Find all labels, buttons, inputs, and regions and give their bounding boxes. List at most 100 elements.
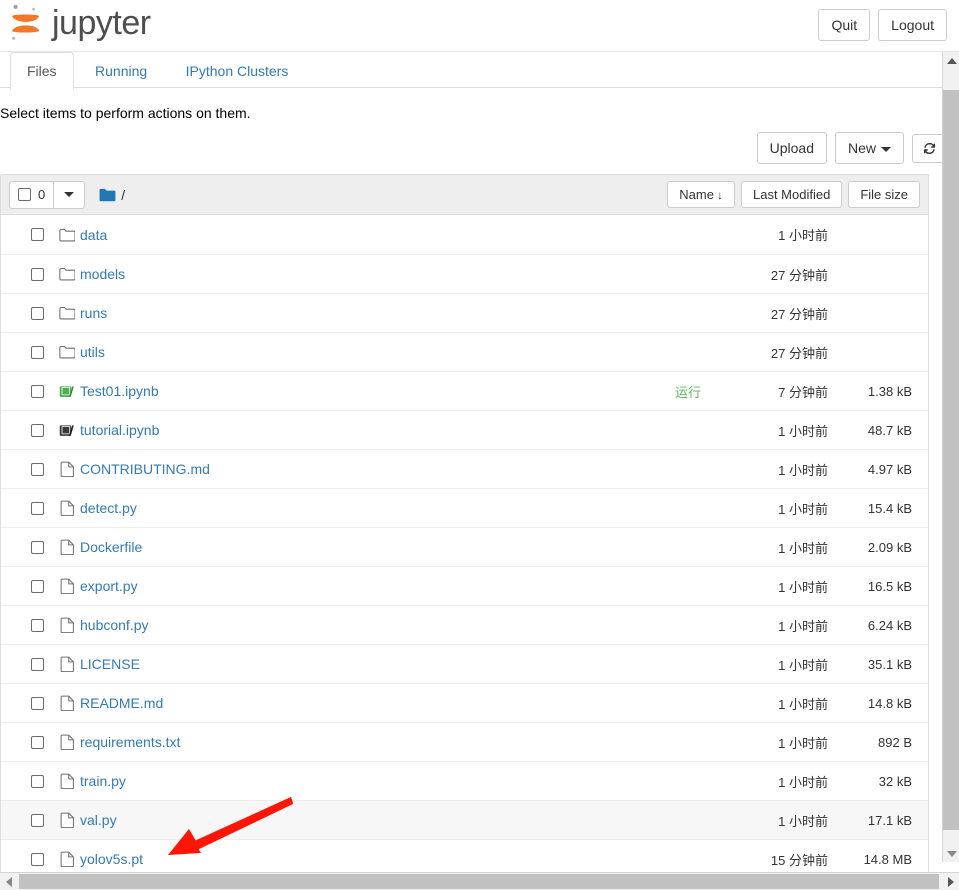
row-modified: 7 分钟前	[708, 382, 828, 401]
quit-button[interactable]: Quit	[818, 9, 870, 41]
notebook-icon-slot	[54, 423, 80, 438]
row-checkbox[interactable]	[31, 463, 44, 476]
jupyter-logo[interactable]: jupyter	[8, 2, 151, 44]
row-meta: 1 小时前35.1 kB	[708, 655, 920, 674]
table-row[interactable]: LICENSE 1 小时前35.1 kB	[1, 644, 928, 683]
row-checkbox[interactable]	[31, 268, 44, 281]
table-row[interactable]: README.md 1 小时前14.8 kB	[1, 683, 928, 722]
arrow-down-icon: ↓	[717, 188, 723, 202]
item-link[interactable]: LICENSE	[80, 656, 140, 672]
table-row[interactable]: data1 小时前	[1, 215, 928, 254]
refresh-icon	[922, 141, 937, 156]
file-icon	[60, 578, 75, 594]
row-checkbox[interactable]	[31, 307, 44, 320]
item-link[interactable]: val.py	[80, 812, 117, 828]
row-checkbox[interactable]	[31, 619, 44, 632]
table-row[interactable]: val.py 1 小时前17.1 kB	[1, 800, 928, 839]
file-list: 0 / Name↓ Last Modified	[0, 174, 929, 879]
item-link[interactable]: models	[80, 266, 125, 282]
item-link[interactable]: tutorial.ipynb	[80, 422, 159, 438]
table-row[interactable]: tutorial.ipynb 1 小时前48.7 kB	[1, 410, 928, 449]
row-checkbox[interactable]	[31, 658, 44, 671]
row-size: 15.4 kB	[828, 501, 920, 516]
triangle-left-icon	[6, 877, 12, 887]
scroll-down-button[interactable]	[943, 845, 959, 862]
table-row[interactable]: Dockerfile1 小时前2.09 kB	[1, 527, 928, 566]
row-meta: 27 分钟前	[708, 304, 920, 323]
folder-icon-slot	[54, 345, 80, 359]
row-checkbox[interactable]	[31, 853, 44, 866]
selected-count: 0	[38, 188, 45, 201]
item-link[interactable]: detect.py	[80, 500, 137, 516]
item-link[interactable]: Test01.ipynb	[80, 383, 159, 399]
item-link[interactable]: export.py	[80, 578, 138, 594]
table-row[interactable]: detect.py 1 小时前15.4 kB	[1, 488, 928, 527]
sort-by-size-button[interactable]: File size	[848, 181, 920, 208]
table-row[interactable]: utils27 分钟前	[1, 332, 928, 371]
item-link[interactable]: hubconf.py	[80, 617, 149, 633]
scroll-right-button[interactable]	[942, 873, 959, 890]
item-link[interactable]: yolov5s.pt	[80, 851, 143, 867]
checkbox-icon[interactable]	[18, 188, 31, 201]
table-row[interactable]: requirements.txt1 小时前892 B	[1, 722, 928, 761]
row-checkbox[interactable]	[31, 736, 44, 749]
logout-button[interactable]: Logout	[878, 9, 947, 41]
vertical-scrollbar-thumb[interactable]	[943, 90, 959, 830]
row-modified: 27 分钟前	[708, 304, 828, 323]
table-row[interactable]: models27 分钟前	[1, 254, 928, 293]
row-checkbox[interactable]	[31, 385, 44, 398]
horizontal-scrollbar[interactable]	[0, 872, 959, 890]
row-meta: 1 小时前17.1 kB	[708, 811, 920, 830]
breadcrumb[interactable]: /	[99, 187, 125, 203]
item-link[interactable]: requirements.txt	[80, 734, 180, 750]
tab-ipython-clusters[interactable]: IPython Clusters	[169, 52, 306, 90]
row-meta: 1 小时前16.5 kB	[708, 577, 920, 596]
item-link[interactable]: train.py	[80, 773, 126, 789]
new-button[interactable]: New	[835, 132, 904, 164]
header-actions: Quit Logout	[818, 9, 947, 41]
row-checkbox[interactable]	[31, 346, 44, 359]
table-row[interactable]: CONTRIBUTING.md1 小时前4.97 kB	[1, 449, 928, 488]
row-meta: 1 小时前48.7 kB	[708, 421, 920, 440]
row-checkbox[interactable]	[31, 228, 44, 241]
row-checkbox[interactable]	[31, 580, 44, 593]
row-meta: 1 小时前14.8 kB	[708, 694, 920, 713]
scroll-up-button[interactable]	[943, 52, 959, 69]
item-link[interactable]: CONTRIBUTING.md	[80, 461, 210, 477]
item-link[interactable]: runs	[80, 305, 107, 321]
item-link[interactable]: Dockerfile	[80, 539, 142, 555]
upload-button[interactable]: Upload	[757, 132, 827, 164]
row-size: 892 B	[828, 735, 920, 750]
table-row[interactable]: train.py1 小时前32 kB	[1, 761, 928, 800]
row-modified: 1 小时前	[708, 538, 828, 557]
vertical-scrollbar[interactable]	[942, 52, 959, 862]
row-size: 16.5 kB	[828, 579, 920, 594]
sort-by-name-button[interactable]: Name↓	[667, 181, 735, 208]
row-size: 48.7 kB	[828, 423, 920, 438]
row-checkbox[interactable]	[31, 697, 44, 710]
row-checkbox[interactable]	[31, 502, 44, 515]
row-checkbox[interactable]	[31, 541, 44, 554]
item-link[interactable]: data	[80, 227, 107, 243]
table-row[interactable]: Test01.ipynb运行7 分钟前1.38 kB	[1, 371, 928, 410]
table-row[interactable]: export.py 1 小时前16.5 kB	[1, 566, 928, 605]
row-checkbox[interactable]	[31, 775, 44, 788]
sort-by-modified-button[interactable]: Last Modified	[741, 181, 842, 208]
row-checkbox[interactable]	[31, 814, 44, 827]
row-meta: 1 小时前15.4 kB	[708, 499, 920, 518]
scroll-left-button[interactable]	[0, 873, 17, 890]
tab-files[interactable]: Files	[10, 52, 74, 90]
item-link[interactable]: utils	[80, 344, 105, 360]
row-checkbox[interactable]	[31, 424, 44, 437]
triangle-down-icon	[947, 851, 957, 857]
table-row[interactable]: hubconf.py1 小时前6.24 kB	[1, 605, 928, 644]
horizontal-scrollbar-thumb[interactable]	[19, 874, 939, 889]
row-modified: 1 小时前	[708, 616, 828, 635]
table-row[interactable]: runs 27 分钟前	[1, 293, 928, 332]
row-modified: 1 小时前	[708, 499, 828, 518]
file-icon-slot	[54, 617, 80, 633]
tab-running[interactable]: Running	[78, 52, 164, 90]
item-link[interactable]: README.md	[80, 695, 163, 711]
select-all-control[interactable]: 0	[9, 181, 54, 209]
selection-menu-button[interactable]	[54, 181, 85, 209]
